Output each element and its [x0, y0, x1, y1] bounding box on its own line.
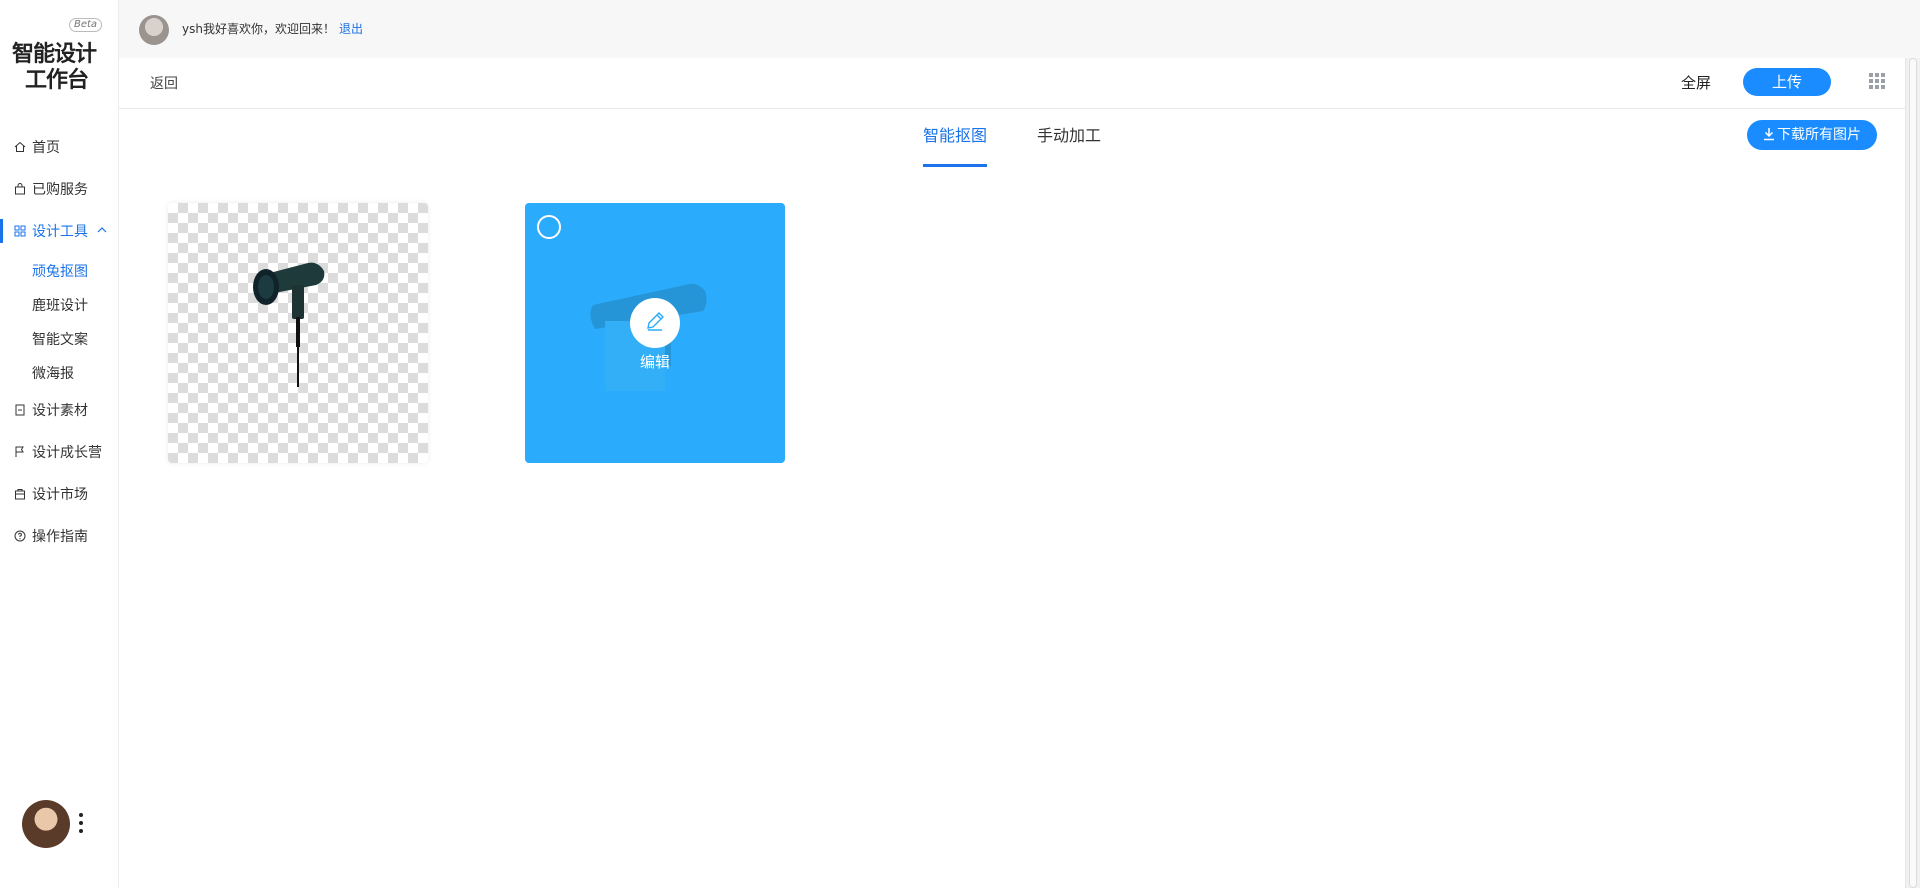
sidebar-subitem-mini-poster[interactable]: 微海报: [32, 363, 74, 383]
top-header: ysh我好喜欢你，欢迎回来！ 退出: [119, 0, 1920, 59]
help-icon: [14, 530, 26, 542]
hair-dryer-image: [253, 262, 325, 387]
sidebar-item-label: 操作指南: [32, 529, 88, 545]
edit-label: 编辑: [639, 353, 670, 371]
sidebar-subitem-copywriting[interactable]: 智能文案: [32, 329, 88, 349]
sidebar-item-label: 设计成长营: [32, 445, 102, 461]
sidebar-item-growth-camp[interactable]: 设计成长营: [0, 440, 118, 464]
sidebar-item-purchased[interactable]: 已购服务: [0, 177, 118, 201]
fullscreen-button[interactable]: 全屏: [1681, 72, 1711, 93]
download-all-button[interactable]: 下载所有图片: [1747, 120, 1877, 150]
logout-link[interactable]: 退出: [339, 22, 363, 36]
sidebar-subitem-cutout[interactable]: 顽兔抠图: [32, 261, 88, 281]
user-avatar[interactable]: [139, 15, 169, 45]
beta-badge: Beta: [69, 18, 103, 32]
logo-line-2: 工作台: [25, 68, 89, 93]
apps-grid-icon[interactable]: [1868, 72, 1886, 90]
pencil-icon: [644, 310, 666, 336]
download-icon: [1763, 122, 1775, 152]
chevron-up-icon[interactable]: [96, 224, 108, 240]
bag-icon: [14, 183, 26, 195]
sidebar-item-materials[interactable]: 设计素材: [0, 398, 118, 422]
sidebar-item-label: 已购服务: [32, 182, 88, 198]
welcome-message: ysh我好喜欢你，欢迎回来！ 退出: [182, 20, 363, 37]
download-all-label: 下载所有图片: [1777, 127, 1861, 143]
sidebar-item-label: 设计工具: [32, 224, 88, 240]
avatar[interactable]: [22, 800, 70, 848]
shop-icon: [14, 488, 26, 500]
document-icon: [14, 404, 26, 416]
tab-smart-cutout[interactable]: 智能抠图: [923, 122, 988, 167]
sidebar-item-design-tools[interactable]: 设计工具: [0, 219, 118, 243]
tab-bar: 智能抠图 手动加工 下载所有图片: [0, 108, 1906, 167]
upload-button[interactable]: 上传: [1743, 68, 1831, 96]
tab-manual-edit[interactable]: 手动加工: [1037, 122, 1101, 164]
back-button[interactable]: 返回: [150, 73, 178, 93]
flag-icon: [14, 446, 26, 458]
app-logo[interactable]: Beta 智能设计 工作台: [12, 18, 103, 93]
sidebar-item-label: 设计市场: [32, 487, 88, 503]
vertical-scrollbar[interactable]: [1905, 58, 1920, 888]
sidebar-subitem-luban[interactable]: 鹿班设计: [32, 295, 88, 315]
scrollbar-thumb[interactable]: [1909, 58, 1917, 888]
select-checkbox[interactable]: [537, 215, 561, 239]
grid-icon: [14, 225, 26, 237]
welcome-text: ysh我好喜欢你，欢迎回来！: [182, 22, 335, 36]
sidebar-item-market[interactable]: 设计市场: [0, 482, 118, 506]
sidebar-item-label: 设计素材: [32, 403, 88, 419]
selected-image-card[interactable]: 编辑: [525, 203, 785, 463]
more-vertical-icon[interactable]: [78, 811, 84, 835]
sidebar-item-guide[interactable]: 操作指南: [0, 524, 118, 548]
toolbar: 返回 全屏 上传: [119, 58, 1906, 109]
edit-button[interactable]: [630, 298, 680, 348]
cutout-result-card[interactable]: [168, 203, 428, 463]
